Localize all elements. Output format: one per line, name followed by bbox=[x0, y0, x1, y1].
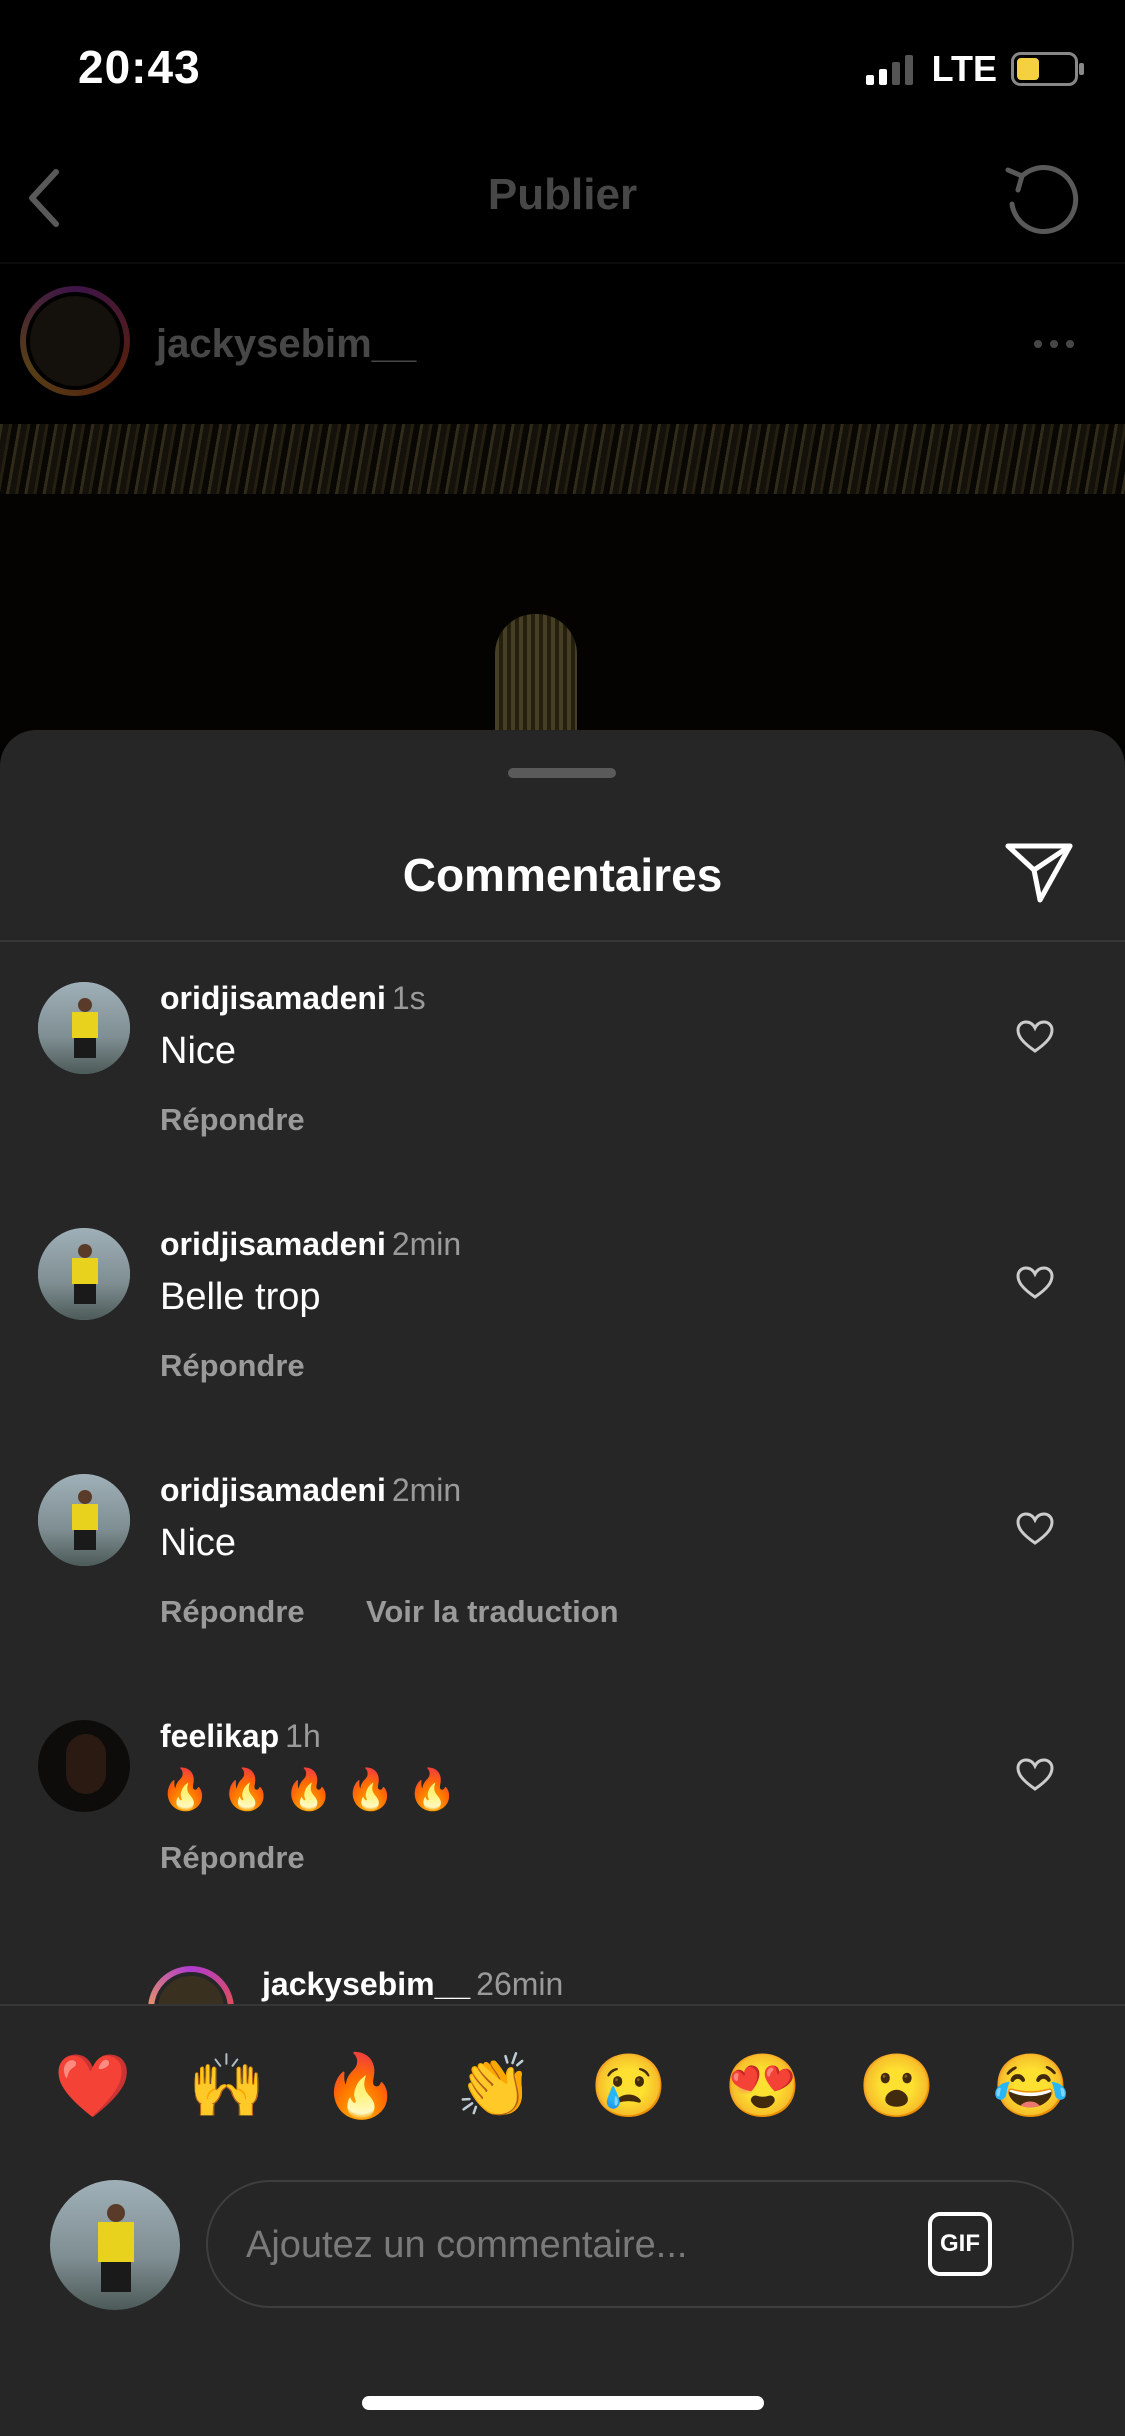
reaction-heart[interactable]: ❤️ bbox=[48, 2050, 138, 2123]
reaction-crying[interactable]: 😢 bbox=[584, 2050, 674, 2123]
reaction-heart-eyes[interactable]: 😍 bbox=[718, 2050, 808, 2123]
commenter-avatar[interactable] bbox=[38, 1228, 130, 1320]
like-heart-icon[interactable] bbox=[1016, 1512, 1054, 1546]
commenter-avatar[interactable] bbox=[38, 1720, 130, 1812]
comment-text: Nice bbox=[160, 1522, 237, 1564]
comment-text: Nice bbox=[160, 1030, 237, 1072]
comment-time: 1s bbox=[391, 980, 426, 1016]
more-options-icon[interactable] bbox=[1034, 340, 1074, 348]
sheet-title: Commentaires bbox=[402, 849, 723, 901]
network-type: LTE bbox=[931, 48, 997, 89]
comment-time: 2min bbox=[391, 1226, 462, 1262]
home-indicator bbox=[362, 2396, 764, 2410]
comment-input[interactable] bbox=[244, 2212, 888, 2278]
comment-time: 2min bbox=[391, 1472, 462, 1508]
post-author-avatar[interactable] bbox=[20, 286, 130, 396]
like-heart-icon[interactable] bbox=[1016, 1020, 1054, 1054]
gif-button[interactable]: GIF bbox=[928, 2212, 992, 2276]
battery-icon bbox=[1011, 52, 1084, 86]
comment-time: 26min bbox=[476, 1966, 564, 2002]
refresh-icon[interactable] bbox=[1000, 160, 1084, 240]
reaction-surprised[interactable]: 😮 bbox=[852, 2050, 942, 2123]
post-image bbox=[0, 424, 1125, 744]
commenter-avatar[interactable] bbox=[38, 982, 130, 1074]
comment-text: Belle trop bbox=[160, 1276, 321, 1318]
comment-username[interactable]: jackysebim__ 26min bbox=[262, 1966, 563, 2003]
reply-button[interactable]: Répondre bbox=[160, 1348, 305, 1384]
share-icon[interactable] bbox=[1004, 840, 1074, 904]
signal-icon bbox=[865, 55, 913, 85]
reply-button[interactable]: Répondre bbox=[160, 1594, 305, 1630]
comment-username[interactable]: oridjisamadeni 2min bbox=[160, 1472, 461, 1509]
comment-text: 🔥🔥🔥🔥🔥 bbox=[160, 1768, 470, 1812]
status-time: 20:43 bbox=[78, 41, 201, 93]
reply-button[interactable]: Répondre bbox=[160, 1102, 305, 1138]
sheet-drag-handle[interactable] bbox=[508, 768, 616, 778]
reply-button[interactable]: Répondre bbox=[160, 1840, 305, 1876]
reaction-clap[interactable]: 👏 bbox=[450, 2050, 540, 2123]
composer-divider bbox=[0, 2004, 1125, 2006]
nav-divider bbox=[0, 262, 1125, 264]
reaction-fire[interactable]: 🔥 bbox=[316, 2050, 406, 2123]
comment-username[interactable]: feelikap 1h bbox=[160, 1718, 321, 1755]
status-indicators: LTE bbox=[865, 48, 1085, 90]
comment-username[interactable]: oridjisamadeni 2min bbox=[160, 1226, 461, 1263]
comment-time: 1h bbox=[285, 1718, 321, 1754]
sheet-divider bbox=[0, 940, 1125, 942]
see-translation-button[interactable]: Voir la traduction bbox=[366, 1594, 619, 1630]
like-heart-icon[interactable] bbox=[1016, 1758, 1054, 1792]
reaction-raised-hands[interactable]: 🙌 bbox=[182, 2050, 272, 2123]
like-heart-icon[interactable] bbox=[1016, 1266, 1054, 1300]
comment-username[interactable]: oridjisamadeni 1s bbox=[160, 980, 426, 1017]
current-user-avatar bbox=[50, 2180, 180, 2310]
post-author-username[interactable]: jackysebim__ bbox=[156, 322, 416, 367]
page-title: Publier bbox=[487, 170, 638, 219]
commenter-avatar[interactable] bbox=[38, 1474, 130, 1566]
reaction-laughing[interactable]: 😂 bbox=[986, 2050, 1076, 2123]
comment-input-container: GIF bbox=[206, 2180, 1074, 2308]
